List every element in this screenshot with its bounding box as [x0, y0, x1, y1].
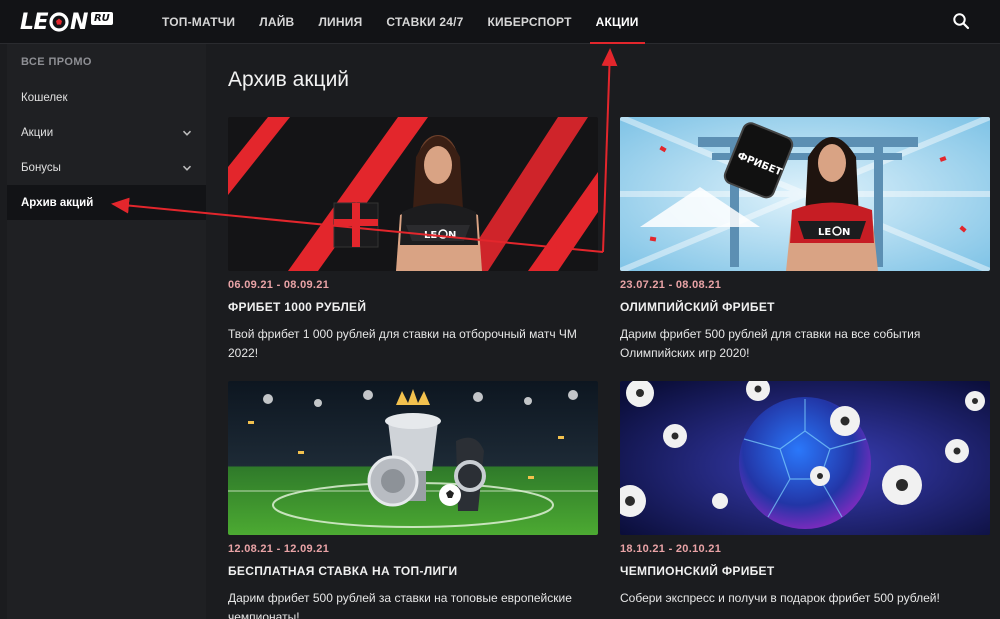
page-title: Архив акций — [228, 68, 350, 91]
promo-date: 23.07.21 - 08.08.21 — [620, 279, 722, 291]
promo-description: Собери экспресс и получи в подарок фрибе… — [620, 591, 940, 605]
nav-item-esports[interactable]: КИБЕРСПОРТ — [476, 0, 584, 44]
sidebar-item-promotions[interactable]: Акции — [7, 115, 206, 150]
nav-label: ЛИНИЯ — [318, 15, 363, 29]
chevron-down-icon — [182, 130, 192, 136]
sidebar-item-promo-archive[interactable]: Архив акций — [7, 185, 206, 220]
nav-item-bets-24-7[interactable]: СТАВКИ 24/7 — [374, 0, 475, 44]
sidebar-item-label: Кошелек — [21, 91, 68, 104]
promo-sidebar: ВСЕ ПРОМО Кошелек Акции Бонусы Архив акц… — [7, 44, 206, 619]
promo-title[interactable]: ФРИБЕТ 1000 РУБЛЕЙ — [228, 300, 598, 314]
svg-text:LE: LE — [818, 227, 831, 238]
sidebar-item-label: Архив акций — [21, 196, 94, 209]
promo-date: 06.09.21 - 08.09.21 — [228, 279, 330, 291]
logo-badge: RU — [90, 11, 113, 25]
nav-item-promotions[interactable]: АКЦИИ — [584, 0, 651, 44]
logo-text-le: LE — [20, 9, 49, 35]
promo-title[interactable]: ЧЕМПИОНСКИЙ ФРИБЕТ — [620, 564, 990, 578]
sidebar-heading-all-promos[interactable]: ВСЕ ПРОМО — [7, 44, 206, 80]
promo-card-olympic-freebet[interactable]: LE N ФРИБЕТ 23.07.21 - 08.08.21 ОЛИМПИЙС… — [620, 117, 990, 363]
promo-date: 12.08.21 - 12.09.21 — [228, 543, 330, 555]
promo-card-freebet-1000[interactable]: LE N 06.09.21 - 08.09.21 ФРИБЕТ 1000 РУБ… — [228, 117, 598, 363]
logo-ball-icon — [49, 12, 69, 32]
search-icon[interactable] — [952, 12, 970, 30]
svg-text:LE: LE — [424, 230, 437, 241]
promo-gift-image[interactable]: LE N — [228, 117, 598, 271]
promo-champions-ball-image[interactable] — [620, 381, 990, 535]
nav-label: ТОП-МАТЧИ — [162, 15, 236, 29]
nav-item-live[interactable]: ЛАЙВ — [247, 0, 306, 44]
svg-text:N: N — [842, 227, 850, 238]
promo-trophy-stadium-image[interactable] — [228, 381, 598, 535]
logo-text-n: N — [70, 9, 88, 35]
main-content: Архив акций LE N 06.09.21 - 08.09.21 ФРИ… — [228, 44, 1000, 619]
promo-date: 18.10.21 - 20.10.21 — [620, 543, 722, 555]
sidebar-item-bonuses[interactable]: Бонусы — [7, 150, 206, 185]
sidebar-item-wallet[interactable]: Кошелек — [7, 80, 206, 115]
nav-label: СТАВКИ 24/7 — [386, 15, 464, 29]
nav-item-line[interactable]: ЛИНИЯ — [306, 0, 374, 44]
promo-description: Дарим фрибет 500 рублей для ставки на вс… — [620, 327, 921, 360]
promo-title[interactable]: ОЛИМПИЙСКИЙ ФРИБЕТ — [620, 300, 990, 314]
main-nav: ТОП-МАТЧИ ЛАЙВ ЛИНИЯ СТАВКИ 24/7 КИБЕРСП… — [150, 0, 651, 44]
chevron-down-icon — [182, 165, 192, 171]
promo-olympic-image[interactable]: LE N ФРИБЕТ — [620, 117, 990, 271]
promo-description: Дарим фрибет 500 рублей за ставки на топ… — [228, 591, 572, 619]
promo-card-champions-freebet[interactable]: 18.10.21 - 20.10.21 ЧЕМПИОНСКИЙ ФРИБЕТ С… — [620, 381, 990, 608]
sidebar-item-label: Акции — [21, 126, 54, 139]
nav-label: КИБЕРСПОРТ — [487, 15, 572, 29]
nav-label: АКЦИИ — [595, 15, 639, 29]
promo-card-top-leagues[interactable]: 12.08.21 - 12.09.21 БЕСПЛАТНАЯ СТАВКА НА… — [228, 381, 598, 619]
nav-label: ЛАЙВ — [259, 15, 295, 29]
promo-title[interactable]: БЕСПЛАТНАЯ СТАВКА НА ТОП-ЛИГИ — [228, 564, 598, 578]
leon-logo[interactable]: LE N RU — [20, 9, 113, 35]
nav-item-top-matches[interactable]: ТОП-МАТЧИ — [150, 0, 247, 44]
svg-text:N: N — [448, 230, 456, 241]
promo-description: Твой фрибет 1 000 рублей для ставки на о… — [228, 327, 577, 360]
sidebar-item-label: Бонусы — [21, 161, 61, 174]
top-navigation-bar: LE N RU ТОП-МАТЧИ ЛАЙВ ЛИНИЯ СТАВКИ 24/7… — [0, 0, 1000, 44]
